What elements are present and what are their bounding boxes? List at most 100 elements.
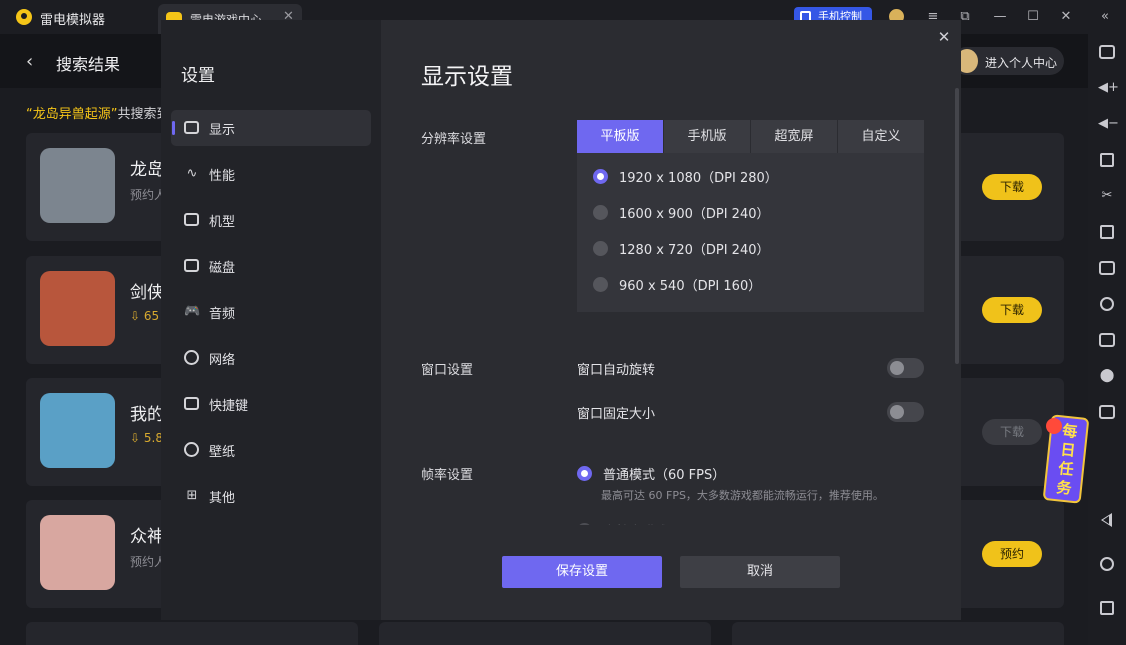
scissors-icon[interactable]: ✂ [1098, 187, 1116, 205]
apk-icon[interactable] [1099, 261, 1115, 275]
resolution-tabs: 平板版 手机版 超宽屏 自定义 [577, 120, 924, 153]
fps-normal-option[interactable]: 普通模式（60 FPS） [577, 463, 937, 483]
app-title: 雷电模拟器 [40, 13, 106, 28]
fps-label: 帧率设置 [421, 468, 474, 483]
reserve-button[interactable]: 预约 [982, 541, 1042, 567]
close-icon[interactable]: ✕ [1058, 9, 1074, 25]
more-icon[interactable] [1099, 405, 1115, 419]
grid-icon: ⊞ [186, 488, 198, 503]
dialog-close-icon[interactable]: ✕ [935, 28, 953, 46]
audio-icon: 🎮 [184, 304, 201, 319]
nav-item-palette[interactable]: 壁纸 [171, 432, 371, 468]
resolution-label: 1920 x 1080（DPI 280） [619, 171, 778, 186]
download-button[interactable]: 下载 [982, 297, 1042, 323]
download-button[interactable]: 下载 [982, 174, 1042, 200]
nav-label: 性能 [209, 169, 236, 184]
auto-rotate-toggle[interactable] [887, 358, 924, 378]
search-result-summary: “龙岛异兽起源”共搜索到 [26, 103, 170, 122]
game-card-partial [732, 622, 1064, 645]
game-name: 龙岛 [130, 160, 164, 180]
performance-icon: ∿ [186, 166, 198, 181]
settings-title: 设置 [181, 66, 215, 86]
scrollbar[interactable] [955, 88, 959, 364]
nav-label: 网络 [209, 353, 236, 368]
nav-label: 机型 [209, 215, 236, 230]
back-arrow-icon[interactable]: ‹ [26, 51, 33, 72]
volume-down-icon[interactable]: ◀− [1098, 115, 1119, 133]
nav-label: 壁纸 [209, 445, 236, 460]
resolution-option[interactable]: 1920 x 1080（DPI 280） [593, 166, 913, 186]
nav-item-performance[interactable]: ∿ 性能 [171, 156, 371, 192]
nav-item-grid[interactable]: ⊞ 其他 [171, 478, 371, 514]
volume-up-icon[interactable]: ◀+ [1098, 79, 1119, 97]
window-settings-label: 窗口设置 [421, 363, 474, 378]
nav-label: 其他 [209, 491, 236, 506]
minimize-icon[interactable]: — [992, 9, 1008, 25]
nav-item-device[interactable]: 机型 [171, 202, 371, 238]
game-thumbnail [40, 515, 115, 590]
download-button[interactable]: 下载 [982, 419, 1042, 445]
nav-item-audio[interactable]: 🎮 音频 [171, 294, 371, 330]
nav-item-disk[interactable]: 磁盘 [171, 248, 371, 284]
fixed-size-toggle[interactable] [887, 402, 924, 422]
content-title: 显示设置 [421, 64, 513, 90]
resolution-option[interactable]: 960 x 540（DPI 160） [593, 274, 913, 294]
game-meta: ⇩ 65 [130, 309, 160, 323]
resolution-label: 960 x 540（DPI 160） [619, 279, 762, 294]
tab-resolution-0[interactable]: 平板版 [577, 120, 663, 153]
notification-dot [1046, 418, 1062, 434]
emulator-window: 雷电模拟器 雷电游戏中心 ✕ 手机控制 ≡ ⧉ — ☐ ✕ « ‹ 搜索结果 进… [0, 0, 1126, 645]
settings-dialog: 设置 显示 ∿ 性能 机型 磁盘 🎮 音频 网络 快捷键 壁纸 ⊞ 其他 ✕ 显示设置 分辨率设置 平… [161, 20, 961, 620]
resolution-option[interactable]: 1600 x 900（DPI 240） [593, 202, 913, 222]
resolution-label: 1600 x 900（DPI 240） [619, 207, 770, 222]
personal-center-button[interactable]: 进入个人中心 [952, 47, 1064, 75]
cancel-button[interactable]: 取消 [680, 556, 840, 588]
dialog-footer [381, 525, 961, 620]
radio-unselected[interactable] [593, 277, 608, 292]
operation-icon[interactable] [1100, 297, 1114, 311]
resolution-option[interactable]: 1280 x 720（DPI 240） [593, 238, 913, 258]
keyboard-icon [184, 397, 199, 410]
radio-selected[interactable] [577, 466, 592, 481]
radio-unselected[interactable] [593, 241, 608, 256]
game-name: 我的 [130, 405, 164, 425]
device-icon [184, 213, 199, 226]
nav-label: 磁盘 [209, 261, 236, 276]
nav-item-globe[interactable]: 网络 [171, 340, 371, 376]
tab-resolution-3[interactable]: 自定义 [838, 120, 924, 153]
recent-apps-icon[interactable] [1100, 601, 1114, 615]
nav-label: 音频 [209, 307, 236, 322]
tab-resolution-2[interactable]: 超宽屏 [751, 120, 837, 153]
back-icon[interactable] [1101, 513, 1112, 527]
search-keyword: “龙岛异兽起源” [26, 107, 118, 122]
game-name: 剑侠 [130, 283, 164, 303]
page-title: 搜索结果 [56, 55, 121, 74]
palette-icon [184, 442, 199, 457]
keyboard-icon[interactable] [1099, 45, 1115, 59]
nav-item-monitor[interactable]: 显示 [171, 110, 371, 146]
nav-label: 快捷键 [209, 399, 249, 414]
right-toolbar: ◀+ ◀− ✂ ⬤ [1088, 34, 1126, 645]
location-icon[interactable]: ⬤ [1098, 367, 1116, 385]
game-meta: ⇩ 5.8 [130, 431, 163, 445]
add-icon[interactable] [1100, 225, 1114, 239]
radio-unselected[interactable] [593, 205, 608, 220]
collapse-icon[interactable]: « [1097, 9, 1113, 25]
disk-icon [184, 259, 199, 272]
radio-selected[interactable] [593, 169, 608, 184]
settings-sidebar: 设置 显示 ∿ 性能机型磁盘 🎮 音频网络快捷键壁纸 ⊞ 其他 [161, 20, 381, 620]
fps-normal-description: 最高可达 60 FPS，大多数游戏都能流畅运行，推荐使用。 [601, 489, 884, 502]
maximize-icon[interactable]: ☐ [1025, 9, 1041, 25]
resolution-options: 1920 x 1080（DPI 280） 1600 x 900（DPI 240） 1… [577, 153, 924, 312]
folder-icon[interactable] [1099, 333, 1115, 347]
fps-normal-label: 普通模式（60 FPS） [603, 468, 726, 483]
tab-resolution-1[interactable]: 手机版 [664, 120, 750, 153]
save-button[interactable]: 保存设置 [502, 556, 662, 588]
monitor-icon [184, 121, 199, 134]
game-thumbnail [40, 271, 115, 346]
nav-item-keyboard[interactable]: 快捷键 [171, 386, 371, 422]
fullscreen-icon[interactable] [1100, 153, 1114, 167]
fixed-size-label: 窗口固定大小 [577, 407, 656, 422]
game-thumbnail [40, 393, 115, 468]
home-icon[interactable] [1100, 557, 1114, 571]
